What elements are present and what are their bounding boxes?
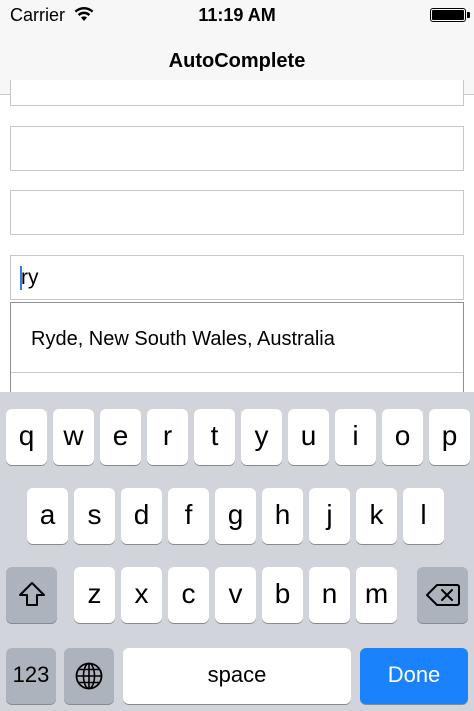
autocomplete-input[interactable]: ry xyxy=(10,255,464,300)
suggestion-label: Ryde, New South Wales, Australia xyxy=(31,328,335,350)
key-j[interactable]: j xyxy=(309,488,350,544)
key-k[interactable]: k xyxy=(356,488,397,544)
suggestion-list: Ryde, New South Wales, Australia xyxy=(10,302,464,398)
key-l[interactable]: l xyxy=(403,488,444,544)
autocomplete-input-value: ry xyxy=(21,266,39,289)
key-g[interactable]: g xyxy=(215,488,256,544)
shift-key[interactable] xyxy=(6,567,57,623)
numbers-key[interactable]: 123 xyxy=(6,648,56,704)
key-b[interactable]: b xyxy=(262,567,303,623)
key-x[interactable]: x xyxy=(121,567,162,623)
done-key[interactable]: Done xyxy=(360,648,468,704)
key-w[interactable]: w xyxy=(53,409,94,465)
clock-time: 11:19 AM xyxy=(198,5,276,25)
key-u[interactable]: u xyxy=(288,409,329,465)
key-d[interactable]: d xyxy=(121,488,162,544)
key-t[interactable]: t xyxy=(194,409,235,465)
key-v[interactable]: v xyxy=(215,567,256,623)
keyboard: q w e r t y u i o p a s d f g h j k l z … xyxy=(0,392,474,711)
key-h[interactable]: h xyxy=(262,488,303,544)
space-key[interactable]: space xyxy=(123,648,351,704)
key-q[interactable]: q xyxy=(6,409,47,465)
text-field-1[interactable] xyxy=(10,80,464,106)
key-p[interactable]: p xyxy=(429,409,470,465)
key-z[interactable]: z xyxy=(74,567,115,623)
key-f[interactable]: f xyxy=(168,488,209,544)
key-m[interactable]: m xyxy=(356,567,397,623)
key-o[interactable]: o xyxy=(382,409,423,465)
key-a[interactable]: a xyxy=(27,488,68,544)
text-field-2[interactable] xyxy=(10,126,464,171)
key-i[interactable]: i xyxy=(335,409,376,465)
delete-icon xyxy=(417,567,468,607)
delete-key[interactable] xyxy=(417,567,468,623)
key-y[interactable]: y xyxy=(241,409,282,465)
globe-icon xyxy=(64,648,114,691)
key-e[interactable]: e xyxy=(100,409,141,465)
shift-icon xyxy=(6,567,57,607)
globe-key[interactable] xyxy=(64,648,114,704)
key-c[interactable]: c xyxy=(168,567,209,623)
battery-icon xyxy=(430,8,470,22)
key-s[interactable]: s xyxy=(74,488,115,544)
key-n[interactable]: n xyxy=(309,567,350,623)
text-field-3[interactable] xyxy=(10,190,464,235)
page-title: AutoComplete xyxy=(168,50,306,72)
status-bar: Carrier 11:19 AM xyxy=(0,0,474,32)
key-r[interactable]: r xyxy=(147,409,188,465)
suggestion-item[interactable]: Ryde, New South Wales, Australia xyxy=(11,303,463,373)
